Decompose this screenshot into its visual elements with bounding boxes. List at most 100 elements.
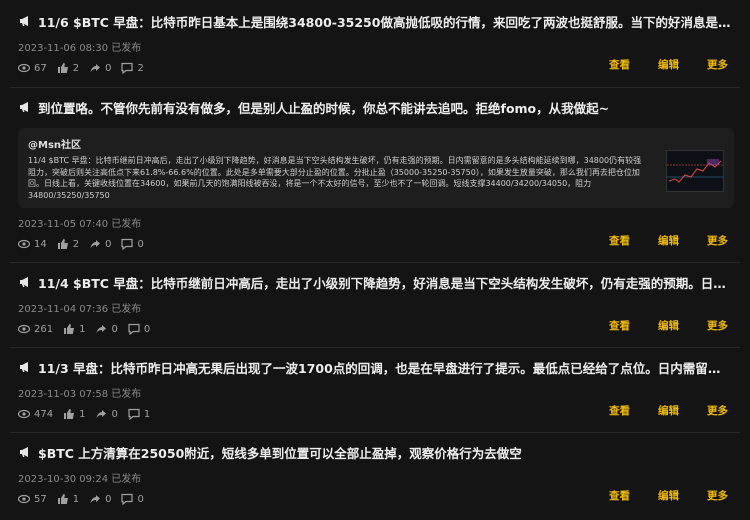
post-actions: 查看 编辑 更多 <box>581 488 728 503</box>
eye-icon <box>18 408 30 420</box>
post-actions: 查看 编辑 更多 <box>581 57 728 72</box>
post-date: 2023-11-04 07:36 已发布 <box>18 304 142 315</box>
comments-stat[interactable]: 0 <box>128 323 150 335</box>
view-button[interactable]: 查看 <box>609 318 630 333</box>
post-actions: 查看 编辑 更多 <box>581 403 728 418</box>
view-button[interactable]: 查看 <box>609 403 630 418</box>
shares-count: 0 <box>105 493 112 505</box>
post-date: 2023-11-03 07:58 已发布 <box>18 389 142 400</box>
post-title-row[interactable]: 11/4 $BTC 早盘：比特币继前日冲高后，走出了小级别下降趋势，好消息是当下… <box>18 271 732 293</box>
comment-icon[interactable] <box>128 408 140 420</box>
likes-stat[interactable]: 1 <box>63 408 85 420</box>
comments-stat[interactable]: 0 <box>121 238 144 250</box>
post-title[interactable]: 11/6 $BTC 早盘：比特币昨日基本上是围绕34800-35250做高抛低吸… <box>38 12 732 31</box>
views-stat: 57 <box>18 493 47 505</box>
post-title[interactable]: $BTC 上方清算在25050附近，短线多单到位置可以全部止盈掉，观察价格行为去… <box>38 443 522 462</box>
divider <box>10 347 740 348</box>
megaphone-icon <box>18 100 32 114</box>
views-stat: 14 <box>18 238 47 250</box>
eye-icon <box>18 238 30 250</box>
thumbs-up-icon[interactable] <box>57 62 69 74</box>
comment-icon[interactable] <box>121 493 134 505</box>
more-button[interactable]: 更多 <box>707 318 728 333</box>
views-stat: 261 <box>18 323 53 335</box>
comments-count: 1 <box>143 408 151 420</box>
divider <box>10 262 740 263</box>
post-card: 到位置咯。不管你先前有没有做多，但是别人止盈的时候，你总不能讲去追吧。拒绝fom… <box>0 96 750 253</box>
megaphone-icon <box>18 275 32 289</box>
eye-icon <box>18 493 30 505</box>
edit-button[interactable]: 编辑 <box>658 403 679 418</box>
post-date: 2023-11-06 08:30 已发布 <box>18 43 142 54</box>
chart-thumbnail[interactable] <box>666 150 724 192</box>
shares-stat[interactable]: 0 <box>89 493 111 505</box>
likes-count: 2 <box>72 238 80 250</box>
view-button[interactable]: 查看 <box>609 57 630 72</box>
post-title[interactable]: 11/3 早盘：比特币昨日冲高无果后出现了一波1700点的回调，也是在早盘进行了… <box>38 358 732 377</box>
likes-stat[interactable]: 1 <box>63 323 85 335</box>
comment-icon[interactable] <box>128 323 140 335</box>
thumbs-up-icon[interactable] <box>57 238 69 250</box>
shares-count: 0 <box>105 62 112 74</box>
comments-stat[interactable]: 2 <box>121 62 144 74</box>
post-title[interactable]: 到位置咯。不管你先前有没有做多，但是别人止盈的时候，你总不能讲去追吧。拒绝fom… <box>38 98 609 117</box>
views-count: 474 <box>34 408 54 420</box>
comments-stat[interactable]: 0 <box>121 493 144 505</box>
edit-button[interactable]: 编辑 <box>658 233 679 248</box>
comment-icon[interactable] <box>121 238 134 250</box>
likes-stat[interactable]: 2 <box>57 62 79 74</box>
more-button[interactable]: 更多 <box>707 233 728 248</box>
post-date: 2023-11-05 07:40 已发布 <box>18 219 142 230</box>
edit-button[interactable]: 编辑 <box>658 57 679 72</box>
shares-stat[interactable]: 0 <box>89 238 111 250</box>
thumbs-up-icon[interactable] <box>63 323 75 335</box>
shares-stat[interactable]: 0 <box>89 62 111 74</box>
thumbs-up-icon[interactable] <box>63 408 75 420</box>
shares-stat[interactable]: 0 <box>95 408 118 420</box>
divider <box>10 87 740 88</box>
share-icon[interactable] <box>89 62 101 74</box>
shares-count: 0 <box>111 323 118 335</box>
edit-button[interactable]: 编辑 <box>658 488 679 503</box>
views-count: 57 <box>34 493 47 505</box>
quoted-text: 11/4 $BTC 早盘：比特币继前日冲高后，走出了小级别下降趋势，好消息是当下… <box>28 156 642 200</box>
likes-count: 1 <box>79 323 86 335</box>
view-button[interactable]: 查看 <box>609 488 630 503</box>
more-button[interactable]: 更多 <box>707 403 728 418</box>
likes-stat[interactable]: 1 <box>57 493 79 505</box>
likes-count: 1 <box>79 408 86 420</box>
post-actions: 查看 编辑 更多 <box>581 318 728 333</box>
more-button[interactable]: 更多 <box>707 488 728 503</box>
post-title[interactable]: 11/4 $BTC 早盘：比特币继前日冲高后，走出了小级别下降趋势，好消息是当下… <box>38 273 732 292</box>
post-title-row[interactable]: 到位置咯。不管你先前有没有做多，但是别人止盈的时候，你总不能讲去追吧。拒绝fom… <box>18 96 732 118</box>
likes-stat[interactable]: 2 <box>57 238 79 250</box>
more-button[interactable]: 更多 <box>707 57 728 72</box>
edit-button[interactable]: 编辑 <box>658 318 679 333</box>
post-date: 2023-10-30 09:24 已发布 <box>18 474 142 485</box>
comment-icon[interactable] <box>121 62 134 74</box>
quoted-author[interactable]: @Msn社区 <box>28 136 724 151</box>
comments-count: 0 <box>143 323 151 335</box>
thumbs-up-icon[interactable] <box>57 493 69 505</box>
megaphone-icon <box>18 360 32 374</box>
share-icon[interactable] <box>95 408 107 420</box>
views-count: 67 <box>34 62 47 74</box>
post-title-row[interactable]: 11/3 早盘：比特币昨日冲高无果后出现了一波1700点的回调，也是在早盘进行了… <box>18 356 732 378</box>
post-card: 11/4 $BTC 早盘：比特币继前日冲高后，走出了小级别下降趋势，好消息是当下… <box>0 271 750 338</box>
comments-count: 2 <box>137 62 144 74</box>
share-icon[interactable] <box>89 493 101 505</box>
comments-count: 0 <box>137 493 144 505</box>
shares-count: 0 <box>105 238 112 250</box>
share-icon[interactable] <box>89 238 101 250</box>
views-stat: 474 <box>18 408 53 420</box>
megaphone-icon <box>18 14 32 28</box>
shares-stat[interactable]: 0 <box>95 323 118 335</box>
view-button[interactable]: 查看 <box>609 233 630 248</box>
post-title-row[interactable]: $BTC 上方清算在25050附近，短线多单到位置可以全部止盈掉，观察价格行为去… <box>18 441 732 463</box>
post-card: 11/3 早盘：比特币昨日冲高无果后出现了一波1700点的回调，也是在早盘进行了… <box>0 356 750 423</box>
quoted-post[interactable]: @Msn社区 11/4 $BTC 早盘：比特币继前日冲高后，走出了小级别下降趋势… <box>18 128 734 208</box>
post-title-row[interactable]: 11/6 $BTC 早盘：比特币昨日基本上是围绕34800-35250做高抛低吸… <box>18 10 732 32</box>
eye-icon <box>18 323 30 335</box>
share-icon[interactable] <box>95 323 107 335</box>
comments-stat[interactable]: 1 <box>128 408 150 420</box>
